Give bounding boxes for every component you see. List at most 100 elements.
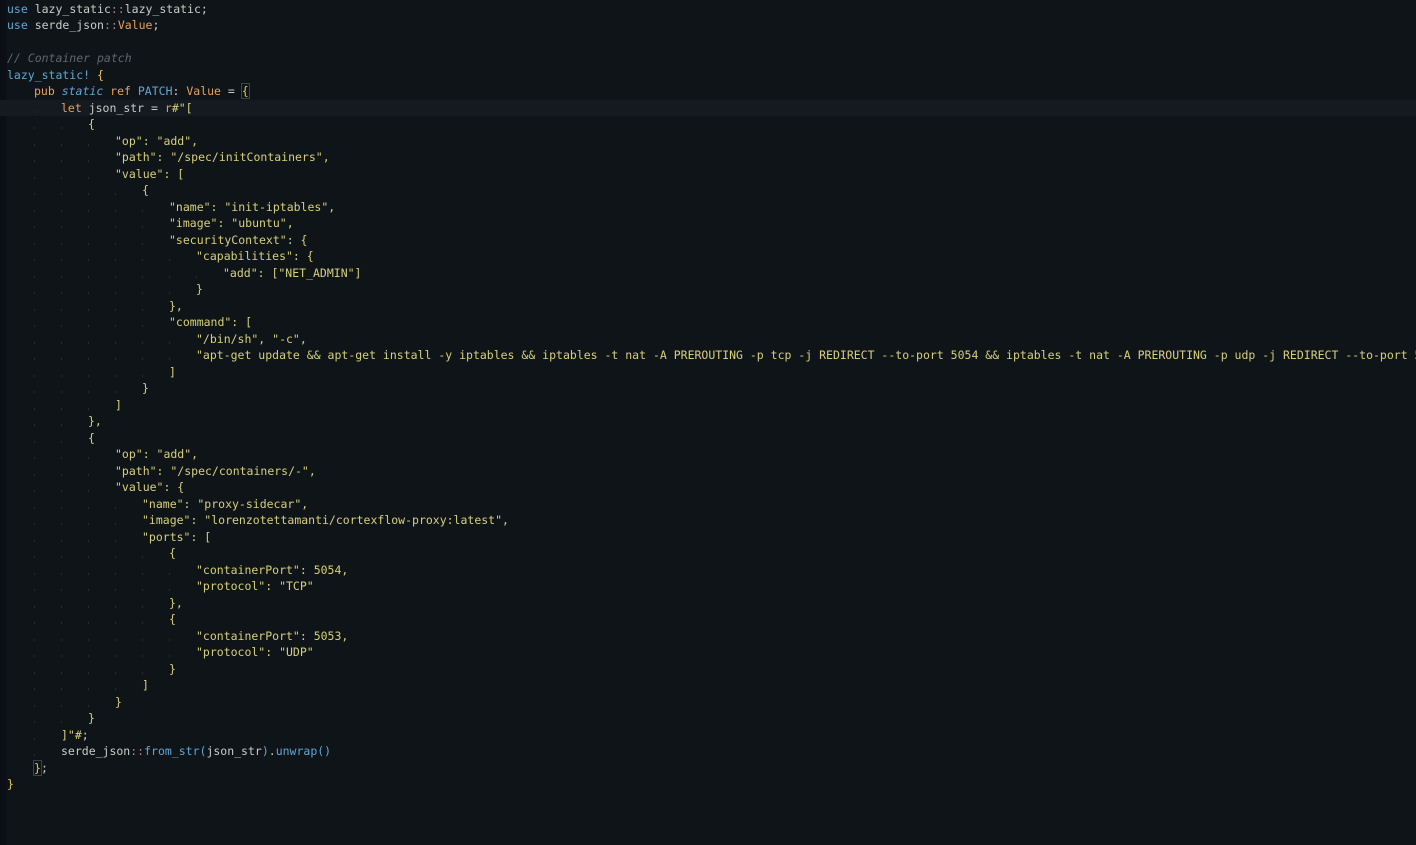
identifier: =	[220, 84, 242, 98]
identifier: json_str =	[81, 100, 165, 115]
code-line[interactable]: ]"#;	[0, 727, 1416, 744]
code-line[interactable]: "name": "init-iptables",	[0, 199, 1416, 216]
keyword: static	[54, 84, 104, 98]
string-literal: "apt-get update && apt-get install -y ip…	[196, 348, 1416, 362]
string-literal: "op": "add",	[115, 133, 199, 148]
code-line[interactable]: "capabilities": {	[0, 248, 1416, 265]
string-literal: "image": "lorenzotettamanti/cortexflow-p…	[142, 513, 509, 527]
code-line[interactable]: "ports": [	[0, 529, 1416, 546]
string-literal: },	[169, 298, 183, 313]
code-editor[interactable]: use lazy_static::lazy_static; use serde_j…	[0, 0, 1416, 845]
keyword: PATCH	[130, 84, 173, 98]
code-line[interactable]: {	[0, 430, 1416, 447]
code-line[interactable]: "containerPort": 5053,	[0, 628, 1416, 645]
string-literal: "path": "/spec/initContainers",	[115, 150, 330, 164]
keyword: r	[164, 100, 172, 115]
code-line[interactable]: "add": ["NET_ADMIN"]	[0, 265, 1416, 282]
code-line[interactable]: }	[0, 694, 1416, 711]
code-line[interactable]: },	[0, 595, 1416, 612]
code-line[interactable]: {	[0, 182, 1416, 199]
string-literal: "/bin/sh", "-c",	[196, 331, 307, 346]
string-literal: ]"#	[61, 727, 82, 742]
code-line[interactable]: {	[0, 611, 1416, 628]
code-line[interactable]: "value": [	[0, 166, 1416, 183]
string-literal: "capabilities": {	[196, 249, 314, 263]
string-literal: ]	[169, 364, 176, 379]
string-literal: #"[	[171, 100, 193, 115]
code-line[interactable]: // Container patch	[0, 50, 1416, 67]
identifier: serde_json	[61, 744, 131, 758]
code-line[interactable]: "protocol": "TCP"	[0, 578, 1416, 595]
code-line[interactable]: "image": "ubuntu",	[0, 215, 1416, 232]
code-line[interactable]: "command": [	[0, 314, 1416, 331]
string-literal: {	[169, 546, 176, 560]
string-literal: "image": "ubuntu",	[169, 216, 294, 230]
string-literal: "name": "proxy-sidecar",	[142, 496, 309, 511]
identifier: ;	[81, 727, 89, 742]
code-line[interactable]: "op": "add",	[0, 133, 1416, 150]
brace: }	[7, 777, 14, 791]
string-literal: ]	[115, 397, 122, 412]
code-line[interactable]: pub static ref PATCH: Value = {	[0, 83, 1416, 100]
code-line[interactable]: }	[0, 281, 1416, 298]
string-literal: "command": [	[169, 315, 253, 329]
string-literal: }	[88, 711, 95, 725]
keyword: use	[7, 1, 28, 16]
code-line[interactable]: ]	[0, 677, 1416, 694]
string-literal: "containerPort": 5054,	[196, 562, 349, 577]
code-line[interactable]: lazy_static! {	[0, 67, 1416, 84]
comment: // Container patch	[7, 51, 132, 65]
code-line[interactable]: let json_str = r#"[	[0, 99, 1416, 116]
code-line[interactable]: "containerPort": 5054,	[0, 562, 1416, 579]
code-line[interactable]: };	[0, 759, 1416, 777]
code-line[interactable]: "path": "/spec/initContainers",	[0, 149, 1416, 166]
string-literal: "add": ["NET_ADMIN"]	[223, 265, 362, 280]
string-literal: "path": "/spec/containers/-",	[115, 463, 316, 478]
code-line[interactable]: "name": "proxy-sidecar",	[0, 496, 1416, 513]
code-line[interactable]	[0, 34, 1416, 51]
code-line[interactable]: }	[0, 661, 1416, 678]
path-separator: ::	[130, 744, 145, 758]
string-literal: "value": {	[115, 480, 185, 494]
string-literal: "protocol": "TCP"	[196, 579, 314, 593]
identifier: lazy_static;	[124, 1, 208, 16]
keyword: pub	[34, 84, 55, 98]
code-line[interactable]: "/bin/sh", "-c",	[0, 331, 1416, 348]
code-line[interactable]: {	[0, 116, 1416, 133]
code-line[interactable]: }	[0, 710, 1416, 727]
code-line[interactable]: "image": "lorenzotettamanti/cortexflow-p…	[0, 512, 1416, 529]
code-line[interactable]: ]	[0, 364, 1416, 381]
string-literal: },	[88, 414, 102, 428]
macro: lazy_static!	[7, 67, 91, 82]
function-call: from_str	[144, 744, 200, 758]
string-literal: "ports": [	[142, 529, 212, 544]
brace: {	[240, 83, 250, 99]
code-line[interactable]: serde_json::from_str(json_str).unwrap()	[0, 743, 1416, 760]
path-separator: ::	[110, 1, 125, 16]
keyword: let	[61, 100, 82, 115]
code-line[interactable]: {	[0, 545, 1416, 562]
code-line[interactable]: "op": "add",	[0, 446, 1416, 463]
code-line[interactable]: ]	[0, 397, 1416, 414]
code-line[interactable]: "apt-get update && apt-get install -y ip…	[0, 347, 1416, 364]
code-line[interactable]: }	[0, 776, 1416, 793]
identifier: ;	[40, 760, 48, 775]
code-line[interactable]: use lazy_static::lazy_static;	[0, 1, 1416, 18]
string-literal: "containerPort": 5053,	[196, 628, 349, 643]
code-line[interactable]: },	[0, 413, 1416, 430]
identifier: ;	[152, 18, 160, 32]
identifier: json_str	[206, 744, 262, 758]
code-line[interactable]: "value": {	[0, 479, 1416, 496]
type-name: Value	[186, 84, 221, 98]
code-line[interactable]: use serde_json::Value;	[0, 17, 1416, 34]
code-line[interactable]: }	[0, 380, 1416, 397]
code-area[interactable]: use lazy_static::lazy_static; use serde_j…	[0, 1, 1416, 793]
string-literal: }	[169, 661, 176, 676]
code-line[interactable]: "path": "/spec/containers/-",	[0, 463, 1416, 480]
code-line[interactable]: },	[0, 298, 1416, 315]
string-literal: {	[88, 430, 95, 445]
type-name: Value	[117, 18, 153, 32]
code-line[interactable]: "securityContext": {	[0, 232, 1416, 249]
string-literal: {	[88, 117, 95, 131]
code-line[interactable]: "protocol": "UDP"	[0, 644, 1416, 661]
